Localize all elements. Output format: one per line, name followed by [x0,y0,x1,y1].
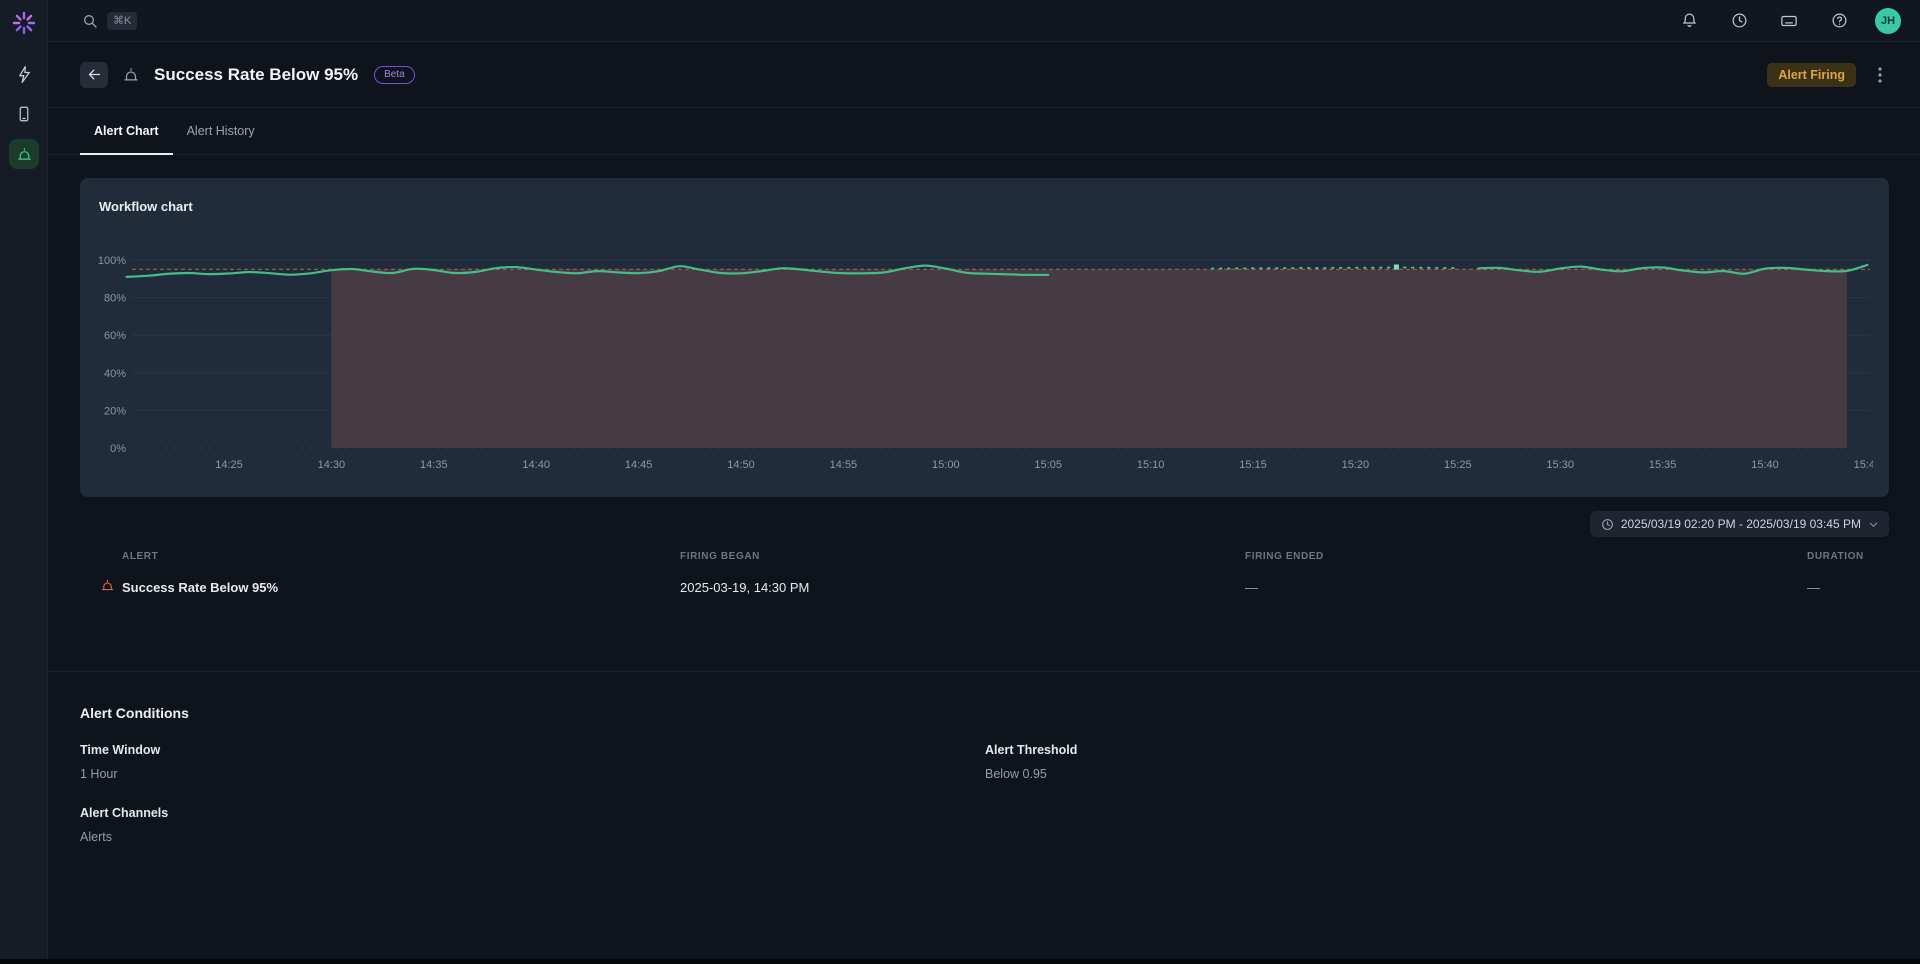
alert-channels-label: Alert Channels [80,806,168,820]
svg-text:15:40: 15:40 [1751,459,1779,471]
sidebar [0,0,48,959]
clock-icon [1601,518,1614,531]
siren-icon [16,146,33,163]
clock-icon [1731,12,1748,29]
section-divider [48,671,1920,672]
svg-text:14:50: 14:50 [727,459,755,471]
workflow-chart-card: Workflow chart 100%80%60%40%20%0%14:2514… [80,178,1889,497]
svg-text:15:10: 15:10 [1137,459,1165,471]
workflow-chart: 100% 80% 60% 40% 20% 0% 14:25 14:30 14:35 14:40 14… [96,202,1873,482]
svg-text:14:25: 14:25 [215,459,243,471]
svg-text:100%: 100% [98,255,126,267]
lightning-bolt-icon [15,65,34,84]
table-row[interactable] [100,578,115,593]
svg-text:15:35: 15:35 [1649,459,1677,471]
alert-channels-value: Alerts [80,830,112,844]
app-logo[interactable] [0,6,48,40]
history-button[interactable] [1725,7,1753,35]
starburst-logo-icon [12,11,36,35]
cell-firing-ended: — [1245,580,1258,595]
svg-text:60%: 60% [104,330,126,342]
alert-firing-status-badge: Alert Firing [1767,63,1856,87]
cell-duration: — [1807,580,1820,595]
siren-icon [122,66,140,84]
svg-text:40%: 40% [104,368,126,380]
svg-text:14:40: 14:40 [522,459,550,471]
cell-firing-began: 2025-03-19, 14:30 PM [680,580,809,595]
conditions-heading: Alert Conditions [80,705,189,721]
alert-threshold-value: Below 0.95 [985,767,1047,781]
sidebar-item-alerts[interactable] [0,134,48,174]
cell-alert-name[interactable]: Success Rate Below 95% [122,580,278,595]
svg-text:20%: 20% [104,405,126,417]
svg-text:15:45: 15:45 [1854,459,1873,471]
siren-alert-icon [100,578,115,593]
search-shortcut-badge: ⌘K [107,12,137,30]
svg-text:14:55: 14:55 [830,459,858,471]
tab-bar: Alert Chart Alert History [48,108,1920,155]
svg-text:15:05: 15:05 [1034,459,1062,471]
time-window-value: 1 Hour [80,767,118,781]
svg-text:0%: 0% [110,443,126,455]
svg-text:14:35: 14:35 [420,459,448,471]
time-range-picker[interactable]: 2025/03/19 02:20 PM - 2025/03/19 03:45 P… [1590,511,1889,537]
beta-badge: Beta [374,66,415,84]
column-header-duration: DURATION [1807,551,1864,562]
avatar[interactable]: JH [1875,8,1901,34]
column-header-firing-ended: FIRING ENDED [1245,551,1324,562]
topbar: ⌘K JH [48,0,1920,42]
column-header-firing-began: FIRING BEGAN [680,551,760,562]
search-icon [82,13,98,29]
svg-text:15:00: 15:00 [932,459,960,471]
page-header: Success Rate Below 95% Beta Alert Firing [48,42,1920,108]
time-range-label: 2025/03/19 02:20 PM - 2025/03/19 03:45 P… [1621,517,1861,531]
more-options-button[interactable] [1870,64,1890,86]
tab-alert-history[interactable]: Alert History [173,108,269,154]
column-header-alert: ALERT [122,551,158,562]
shortcuts-button[interactable] [1775,7,1803,35]
tab-alert-chart[interactable]: Alert Chart [80,108,173,154]
kebab-menu-icon [1878,67,1882,83]
svg-text:80%: 80% [104,293,126,305]
alert-threshold-label: Alert Threshold [985,743,1077,757]
help-button[interactable] [1825,7,1853,35]
arrow-left-icon [87,67,102,82]
page-title: Success Rate Below 95% [154,65,358,85]
sidebar-item-functions[interactable] [0,54,48,94]
sidebar-item-apps[interactable] [0,94,48,134]
search-input[interactable]: ⌘K [82,12,137,30]
svg-text:15:25: 15:25 [1444,459,1472,471]
main-content: Success Rate Below 95% Beta Alert Firing… [48,42,1920,959]
back-button[interactable] [80,62,108,88]
time-window-label: Time Window [80,743,160,757]
svg-text:14:45: 14:45 [625,459,653,471]
help-circle-icon [1831,12,1848,29]
svg-text:15:20: 15:20 [1342,459,1370,471]
chevron-down-icon [1868,519,1879,530]
keyboard-icon [1780,12,1798,30]
svg-text:15:30: 15:30 [1546,459,1574,471]
device-icon [15,105,33,123]
svg-text:14:30: 14:30 [318,459,346,471]
window-bottom-edge [0,959,1920,964]
svg-text:15:15: 15:15 [1239,459,1267,471]
notifications-button[interactable] [1675,7,1703,35]
active-item-highlight [9,139,39,169]
alert-type-icon-wrap [122,66,140,84]
bell-icon [1681,12,1698,29]
